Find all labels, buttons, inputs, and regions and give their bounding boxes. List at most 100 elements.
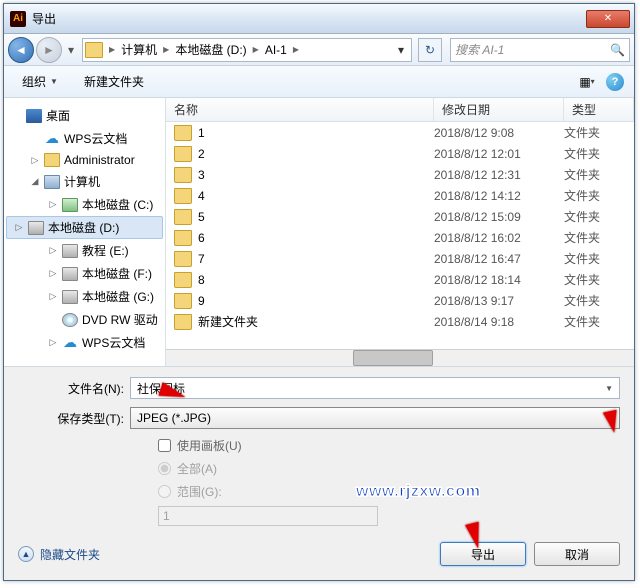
- chevron-right-icon: ▶: [161, 45, 171, 54]
- tree-item-label: WPS云文档: [64, 130, 127, 147]
- expander-icon[interactable]: ▷: [48, 291, 58, 302]
- file-name: 新建文件夹: [198, 313, 434, 330]
- savetype-select[interactable]: JPEG (*.JPG) ▼: [130, 407, 620, 429]
- tree-item[interactable]: ▷ 教程 (E:): [4, 239, 165, 262]
- scrollbar-thumb[interactable]: [353, 350, 433, 366]
- all-radio: [158, 462, 171, 475]
- range-label: 范围(G):: [177, 483, 222, 500]
- tree-item[interactable]: ▷☁WPS云文档: [4, 331, 165, 354]
- hide-folders-toggle[interactable]: ▲ 隐藏文件夹: [18, 546, 100, 563]
- tree-item-label: 教程 (E:): [82, 242, 129, 259]
- col-date[interactable]: 修改日期: [434, 98, 564, 121]
- breadcrumb-part[interactable]: AI-1: [261, 43, 291, 57]
- close-button[interactable]: ✕: [586, 10, 630, 28]
- file-type: 文件夹: [564, 313, 634, 330]
- expander-icon[interactable]: ▷: [48, 268, 58, 279]
- folder-icon: [174, 230, 192, 246]
- forward-button[interactable]: ►: [36, 37, 62, 63]
- file-row[interactable]: 82018/8/12 18:14文件夹: [166, 269, 634, 290]
- view-button[interactable]: ▦▾: [576, 72, 598, 92]
- tree-item[interactable]: ▷本地磁盘 (G:): [4, 285, 165, 308]
- nav-history-dropdown[interactable]: ▾: [64, 40, 78, 60]
- expander-icon[interactable]: ▷: [14, 222, 24, 233]
- expander-icon[interactable]: ▷: [30, 155, 40, 166]
- tree-item[interactable]: ▷ 本地磁盘 (D:): [6, 216, 163, 239]
- cancel-button[interactable]: 取消: [534, 542, 620, 566]
- help-button[interactable]: ?: [604, 72, 626, 92]
- file-row[interactable]: 12018/8/12 9:08文件夹: [166, 122, 634, 143]
- tree-item[interactable]: ◢计算机: [4, 170, 165, 193]
- file-date: 2018/8/12 12:01: [434, 147, 564, 161]
- tree-item-label: 本地磁盘 (F:): [82, 265, 152, 282]
- tree-item-label: 桌面: [46, 107, 70, 124]
- file-name: 4: [198, 189, 434, 203]
- file-type: 文件夹: [564, 145, 634, 162]
- use-artboard-checkbox[interactable]: [158, 439, 171, 452]
- tree-item[interactable]: ▷本地磁盘 (C:): [4, 193, 165, 216]
- file-date: 2018/8/12 14:12: [434, 189, 564, 203]
- breadcrumb[interactable]: ▶ 计算机 ▶ 本地磁盘 (D:) ▶ AI-1 ▶ ▾: [82, 38, 412, 62]
- file-type: 文件夹: [564, 187, 634, 204]
- col-name[interactable]: 名称: [166, 98, 434, 121]
- organize-menu[interactable]: 组织 ▼: [12, 70, 68, 93]
- file-row[interactable]: 92018/8/13 9:17文件夹: [166, 290, 634, 311]
- file-name: 3: [198, 168, 434, 182]
- expander-icon[interactable]: ▷: [48, 199, 58, 210]
- tree-item[interactable]: ▷ 本地磁盘 (F:): [4, 262, 165, 285]
- nav-row: ◄ ► ▾ ▶ 计算机 ▶ 本地磁盘 (D:) ▶ AI-1 ▶ ▾ ↻ 搜索 …: [4, 34, 634, 66]
- file-list[interactable]: 12018/8/12 9:08文件夹22018/8/12 12:01文件夹320…: [166, 122, 634, 349]
- file-row[interactable]: 62018/8/12 16:02文件夹: [166, 227, 634, 248]
- file-row[interactable]: 32018/8/12 12:31文件夹: [166, 164, 634, 185]
- expander-icon[interactable]: ▷: [48, 337, 58, 348]
- tree-item-label: Administrator: [64, 153, 135, 167]
- sidebar[interactable]: 桌面☁WPS云文档▷Administrator◢计算机▷本地磁盘 (C:)▷本地…: [4, 98, 166, 366]
- folder-icon: [174, 146, 192, 162]
- file-row[interactable]: 52018/8/12 15:09文件夹: [166, 206, 634, 227]
- file-pane: 名称 修改日期 类型 12018/8/12 9:08文件夹22018/8/12 …: [166, 98, 634, 366]
- tree-item-label: 本地磁盘 (D:): [48, 219, 119, 236]
- use-artboard-label: 使用画板(U): [177, 437, 242, 454]
- titlebar: Ai 导出 ✕: [4, 4, 634, 34]
- file-date: 2018/8/12 16:02: [434, 231, 564, 245]
- search-input[interactable]: 搜索 AI-1 🔍: [450, 38, 630, 62]
- folder-icon: [174, 251, 192, 267]
- file-row[interactable]: 42018/8/12 14:12文件夹: [166, 185, 634, 206]
- file-row[interactable]: 22018/8/12 12:01文件夹: [166, 143, 634, 164]
- app-icon: Ai: [10, 11, 26, 27]
- filename-input[interactable]: 社保图标▼: [130, 377, 620, 399]
- dialog-body: 桌面☁WPS云文档▷Administrator◢计算机▷本地磁盘 (C:)▷本地…: [4, 98, 634, 366]
- folder-icon: [174, 167, 192, 183]
- tree-item[interactable]: ▷ Administrator: [4, 150, 165, 170]
- tree-item[interactable]: DVD RW 驱动: [4, 308, 165, 331]
- chevron-right-icon: ▶: [291, 45, 301, 54]
- file-row[interactable]: 新建文件夹2018/8/14 9:18文件夹: [166, 311, 634, 332]
- col-type[interactable]: 类型: [564, 98, 634, 121]
- tree-item[interactable]: ☁ WPS云文档: [4, 127, 165, 150]
- cloud-icon: ☁: [44, 132, 60, 146]
- folder-icon: [174, 188, 192, 204]
- file-name: 6: [198, 231, 434, 245]
- file-date: 2018/8/12 12:31: [434, 168, 564, 182]
- column-headers: 名称 修改日期 类型: [166, 98, 634, 122]
- file-row[interactable]: 72018/8/12 16:47文件夹: [166, 248, 634, 269]
- range-radio: [158, 485, 171, 498]
- back-button[interactable]: ◄: [8, 37, 34, 63]
- file-type: 文件夹: [564, 166, 634, 183]
- file-type: 文件夹: [564, 229, 634, 246]
- form: 文件名(N): 社保图标▼ 保存类型(T): JPEG (*.JPG) ▼ 使用…: [4, 366, 634, 532]
- expander-icon[interactable]: ◢: [30, 176, 40, 187]
- expander-icon[interactable]: ▷: [48, 245, 58, 256]
- folder-icon: [85, 42, 103, 58]
- horizontal-scrollbar[interactable]: [166, 349, 634, 366]
- folder-icon: [174, 272, 192, 288]
- watermark: www.rjzxw.com: [356, 483, 480, 501]
- desktop-icon: [26, 109, 42, 123]
- file-date: 2018/8/13 9:17: [434, 294, 564, 308]
- breadcrumb-dropdown[interactable]: ▾: [393, 43, 409, 57]
- breadcrumb-part[interactable]: 本地磁盘 (D:): [171, 41, 250, 58]
- breadcrumb-part[interactable]: 计算机: [117, 41, 161, 58]
- refresh-button[interactable]: ↻: [418, 38, 442, 62]
- savetype-label: 保存类型(T):: [18, 410, 130, 427]
- new-folder-button[interactable]: 新建文件夹: [74, 70, 154, 93]
- tree-item[interactable]: 桌面: [4, 104, 165, 127]
